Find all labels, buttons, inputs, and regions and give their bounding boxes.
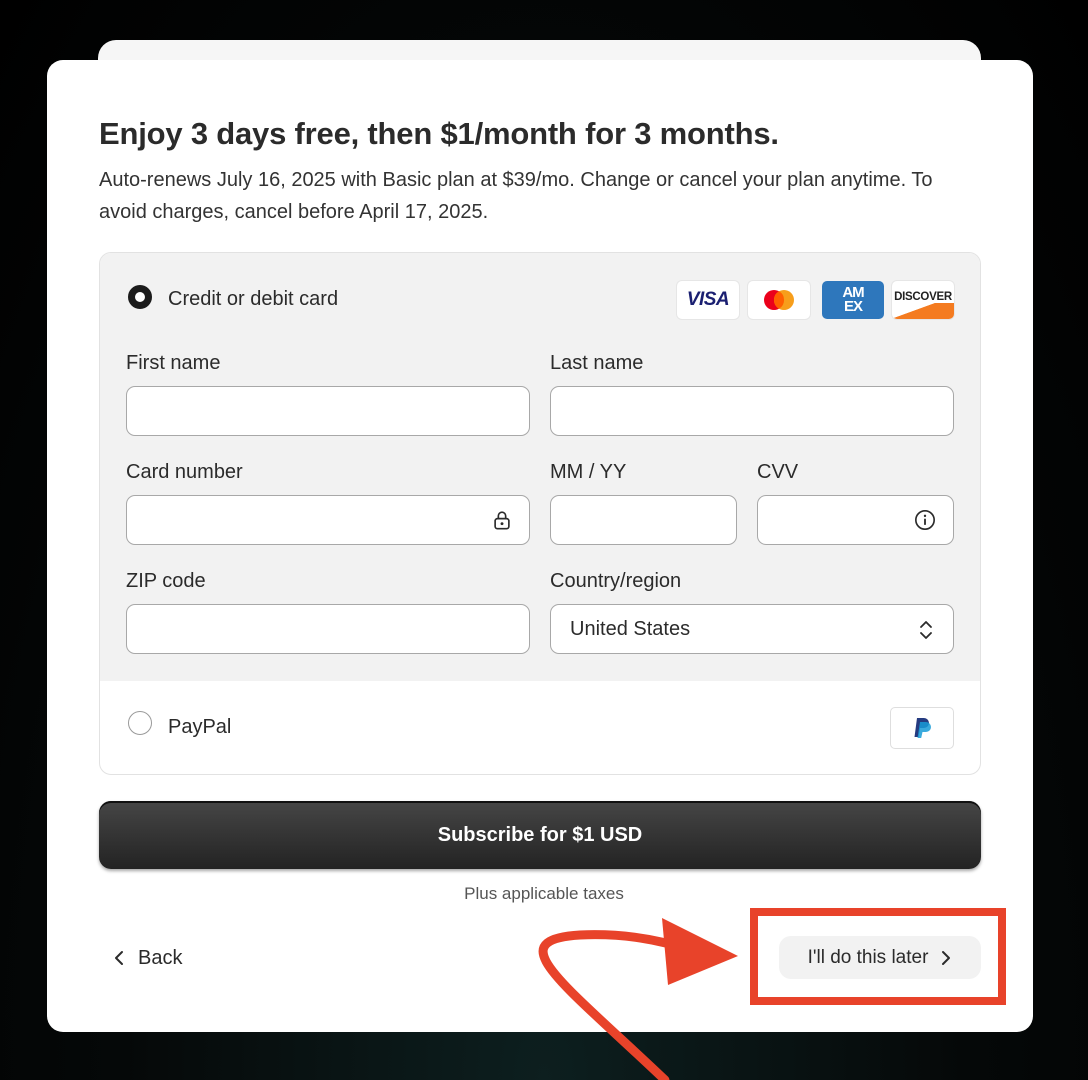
back-button[interactable]: Back: [112, 940, 182, 976]
zip-input[interactable]: [126, 604, 530, 654]
last-name-input[interactable]: [550, 386, 954, 436]
country-label: Country/region: [550, 570, 682, 592]
renewal-terms: Auto-renews July 16, 2025 with Basic pla…: [99, 169, 933, 223]
taxes-note: Plus applicable taxes: [464, 884, 624, 903]
info-icon[interactable]: [914, 509, 936, 531]
expiry-input[interactable]: [550, 495, 737, 545]
lock-icon: [494, 511, 510, 530]
paypal-radio-button[interactable]: [128, 711, 152, 735]
zip-label: ZIP code: [126, 570, 206, 592]
mastercard-logo-icon: [748, 281, 810, 319]
page-title: Enjoy 3 days free, then $1/month for 3 m…: [99, 116, 779, 151]
subscribe-button[interactable]: Subscribe for $1 USD: [99, 801, 981, 869]
paypal-option-label: PayPal: [168, 716, 232, 738]
card-payment-section: Credit or debit card VISA AM EX DISCOVER …: [100, 253, 980, 681]
annotation-highlight-box: [750, 908, 1006, 1005]
last-name-label: Last name: [550, 352, 644, 374]
expiry-label: MM / YY: [550, 461, 627, 483]
first-name-input[interactable]: [126, 386, 530, 436]
card-option-label: Credit or debit card: [168, 288, 339, 310]
amex-logo-icon: AM EX: [822, 281, 884, 319]
back-button-label: Back: [138, 946, 183, 969]
paypal-logo-icon: [890, 707, 954, 749]
chevron-left-icon: [115, 951, 123, 965]
chevron-updown-icon: [920, 621, 932, 639]
payment-method-panel: Credit or debit card VISA AM EX DISCOVER …: [99, 252, 981, 775]
first-name-label: First name: [126, 352, 221, 374]
country-select-value: United States: [570, 618, 691, 640]
cvv-label: CVV: [757, 461, 799, 483]
country-select[interactable]: United States: [550, 604, 954, 654]
card-number-input[interactable]: [126, 495, 530, 545]
card-radio-button[interactable]: [128, 285, 152, 309]
visa-logo-icon: VISA: [677, 281, 739, 319]
card-number-label: Card number: [126, 461, 243, 483]
discover-logo-icon: DISCOVER: [892, 281, 954, 319]
